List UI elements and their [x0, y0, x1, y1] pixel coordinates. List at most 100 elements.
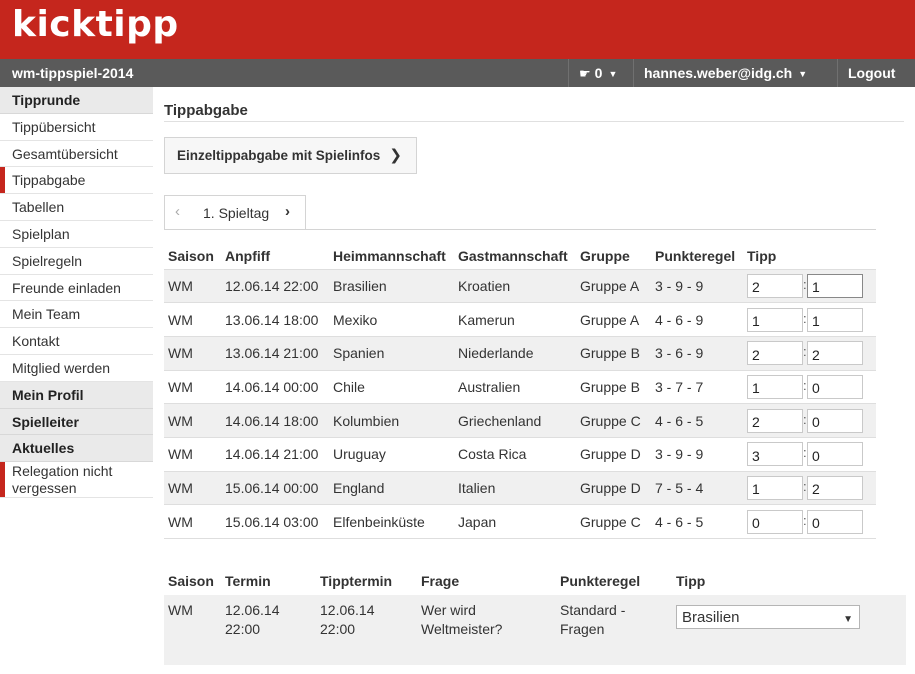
- cell-gruppe: Gruppe A: [576, 268, 651, 303]
- page-title: Tippabgabe: [164, 102, 248, 119]
- table-row: WM 12.06.14 22:00 Brasilien Kroatien Gru…: [164, 268, 876, 303]
- cell-tipp: :: [743, 335, 876, 371]
- table-row: WM 13.06.14 18:00 Mexiko Kamerun Gruppe …: [164, 302, 876, 337]
- cell-regel: 3 - 9 - 9: [651, 436, 743, 472]
- cell-regel: 7 - 5 - 4: [651, 470, 743, 505]
- cell-gast: Costa Rica: [454, 436, 576, 472]
- tipp-home-input[interactable]: [747, 408, 803, 433]
- logout-button[interactable]: Logout: [837, 59, 915, 87]
- cell-regel: Standard - Fragen: [556, 595, 672, 665]
- cell-anpfiff: 14.06.14 00:00: [221, 369, 329, 404]
- cell-anpfiff: 14.06.14 21:00: [221, 436, 329, 472]
- cell-saison: WM: [164, 470, 221, 505]
- einzeltippabgabe-label: Einzeltippabgabe mit Spielinfos: [177, 148, 381, 163]
- tipprunde-name[interactable]: wm-tippspiel-2014: [12, 65, 133, 81]
- tipp-home-input[interactable]: [747, 341, 803, 366]
- tipp-away-input[interactable]: [807, 475, 863, 500]
- cell-heim: England: [329, 470, 454, 505]
- sidebar-item-kontakt[interactable]: Kontakt: [0, 328, 153, 355]
- cell-heim: Elfenbeinküste: [329, 504, 454, 539]
- cell-tipp: :: [743, 369, 876, 404]
- cell-tipp: Brasilien ▼: [672, 595, 906, 665]
- sidebar-heading-tipprunde[interactable]: Tipprunde: [0, 87, 153, 114]
- cell-gruppe: Gruppe C: [576, 403, 651, 438]
- sidebar-heading-mein-profil[interactable]: Mein Profil: [0, 381, 153, 409]
- matchday-tab: ‹ 1. Spieltag ›: [164, 195, 306, 230]
- sidebar-item-tippuebersicht[interactable]: Tippübersicht: [0, 114, 153, 141]
- termin-time: 22:00: [225, 621, 261, 637]
- sidebar-item-tabellen[interactable]: Tabellen: [0, 194, 153, 221]
- sidebar-item-spielplan[interactable]: Spielplan: [0, 221, 153, 248]
- tipp-home-input[interactable]: [747, 374, 803, 399]
- tipp-away-input[interactable]: [807, 341, 863, 366]
- caret-down-icon: ▼: [608, 69, 618, 79]
- cell-regel: 4 - 6 - 5: [651, 504, 743, 539]
- cell-gast: Niederlande: [454, 335, 576, 371]
- cell-heim: Brasilien: [329, 268, 454, 303]
- cell-saison: WM: [164, 335, 221, 371]
- cell-gast: Kamerun: [454, 302, 576, 337]
- sidebar-item-mitglied-werden[interactable]: Mitglied werden: [0, 355, 153, 382]
- tipp-away-input[interactable]: [807, 509, 863, 534]
- tipp-home-input[interactable]: [747, 509, 803, 534]
- regel-line-1: Standard -: [560, 602, 626, 618]
- tipp-away-input[interactable]: [807, 442, 863, 467]
- cell-anpfiff: 15.06.14 03:00: [221, 504, 329, 539]
- cell-tipp: :: [743, 504, 876, 539]
- news-line-1: Relegation nicht: [12, 463, 113, 480]
- cell-heim: Kolumbien: [329, 403, 454, 438]
- questions-table: Saison Termin Tipptermin Frage Punktereg…: [164, 567, 906, 665]
- tipp-away-input[interactable]: [807, 408, 863, 433]
- sidebar-item-gesamtuebersicht[interactable]: Gesamtübersicht: [0, 141, 153, 168]
- tipp-home-input[interactable]: [747, 475, 803, 500]
- tipp-home-input[interactable]: [747, 273, 803, 298]
- chevron-right-icon[interactable]: ›: [285, 203, 290, 220]
- sidebar-item-spielregeln[interactable]: Spielregeln: [0, 248, 153, 275]
- sidebar-item-freunde-einladen[interactable]: Freunde einladen: [0, 275, 153, 302]
- cell-saison: WM: [164, 504, 221, 539]
- cell-heim: Uruguay: [329, 436, 454, 472]
- cell-regel: 4 - 6 - 5: [651, 403, 743, 438]
- sidebar-heading-aktuelles[interactable]: Aktuelles: [0, 435, 153, 463]
- col-punkteregel: Punkteregel: [560, 573, 641, 589]
- table-row: WM 13.06.14 21:00 Spanien Niederlande Gr…: [164, 335, 876, 371]
- chevron-down-icon: ▼: [843, 614, 853, 625]
- cell-regel: 4 - 6 - 9: [651, 302, 743, 337]
- title-divider: [164, 121, 904, 122]
- cell-saison: WM: [164, 369, 221, 404]
- select-value: Brasilien: [682, 609, 740, 626]
- cell-anpfiff: 13.06.14 18:00: [221, 302, 329, 337]
- col-tipp: Tipp: [676, 573, 706, 589]
- sidebar-heading-spielleiter[interactable]: Spielleiter: [0, 408, 153, 436]
- tipp-away-input[interactable]: [807, 307, 863, 332]
- weltmeister-select[interactable]: Brasilien ▼: [676, 605, 860, 629]
- cell-gruppe: Gruppe A: [576, 302, 651, 337]
- logo[interactable]: kicktipp: [12, 4, 179, 45]
- tipp-home-input[interactable]: [747, 307, 803, 332]
- cell-heim: Spanien: [329, 335, 454, 371]
- col-tipptermin: Tipptermin: [320, 573, 393, 589]
- cell-gruppe: Gruppe D: [576, 470, 651, 505]
- cell-gast: Italien: [454, 470, 576, 505]
- cell-gast: Griechenland: [454, 403, 576, 438]
- einzeltippabgabe-button[interactable]: Einzeltippabgabe mit Spielinfos ❯: [164, 137, 417, 174]
- cell-saison: WM: [164, 436, 221, 472]
- user-menu[interactable]: hannes.weber@idg.ch ▼: [633, 59, 837, 87]
- notifications-menu[interactable]: ☛ 0 ▼: [568, 59, 633, 87]
- news-line-2: vergessen: [12, 480, 77, 497]
- cell-tipp: :: [743, 470, 876, 505]
- table-row: WM 14.06.14 00:00 Chile Australien Grupp…: [164, 369, 876, 404]
- tipp-away-input[interactable]: [807, 374, 863, 399]
- cell-tipp: :: [743, 302, 876, 337]
- notification-count: 0: [594, 65, 603, 81]
- col-anpfiff: Anpfiff: [225, 247, 271, 264]
- chevron-left-icon[interactable]: ‹: [175, 203, 180, 220]
- tipp-away-input[interactable]: [807, 273, 863, 298]
- tipp-home-input[interactable]: [747, 442, 803, 467]
- sidebar-item-tippabgabe[interactable]: Tippabgabe: [0, 167, 153, 195]
- cell-saison: WM: [164, 302, 221, 337]
- cell-tipptermin: 12.06.14 22:00: [316, 595, 417, 665]
- col-termin: Termin: [225, 573, 271, 589]
- sidebar-item-mein-team[interactable]: Mein Team: [0, 301, 153, 329]
- sidebar-news-relegation[interactable]: Relegation nicht vergessen: [0, 462, 153, 499]
